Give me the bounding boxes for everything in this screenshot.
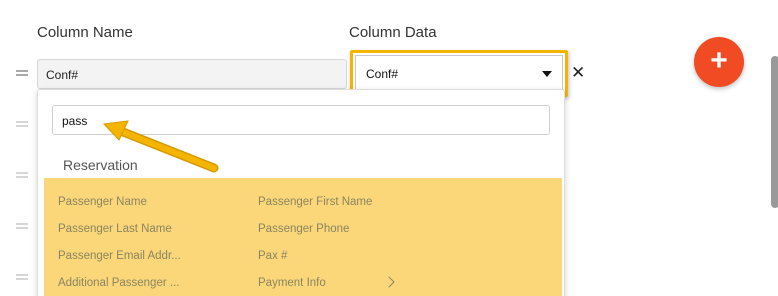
- option-passenger-email[interactable]: Passenger Email Addr...: [58, 250, 181, 262]
- option-passenger-phone[interactable]: Passenger Phone: [258, 223, 349, 235]
- add-button[interactable]: +: [694, 37, 744, 87]
- column-data-select-value: Conf#: [366, 66, 399, 81]
- drag-handle-icon[interactable]: [16, 223, 28, 229]
- drag-handle-icon[interactable]: [16, 70, 28, 76]
- column-name-input[interactable]: Conf#: [37, 59, 347, 89]
- column-data-select[interactable]: Conf#: [355, 55, 563, 92]
- options-list: Passenger Name Passenger First Name Pass…: [44, 178, 562, 296]
- drag-handle-icon[interactable]: [16, 172, 28, 178]
- close-icon[interactable]: ✕: [571, 63, 585, 83]
- scrollbar[interactable]: [771, 56, 778, 208]
- dropdown-search-input[interactable]: pass: [52, 105, 550, 135]
- option-pax-number[interactable]: Pax #: [258, 250, 287, 262]
- option-additional-passenger[interactable]: Additional Passenger ...: [58, 277, 179, 289]
- column-data-header: Column Data: [349, 24, 437, 41]
- drag-handle-icon[interactable]: [16, 274, 28, 280]
- column-name-header: Column Name: [37, 24, 133, 41]
- option-passenger-last-name[interactable]: Passenger Last Name: [58, 223, 172, 235]
- column-data-dropdown: pass Reservation Passenger Name Passenge…: [37, 89, 565, 296]
- drag-handle-icon[interactable]: [16, 121, 28, 127]
- caret-down-icon[interactable]: [542, 70, 552, 77]
- chevron-right-icon[interactable]: [383, 276, 395, 288]
- group-label-reservation: Reservation: [63, 157, 138, 173]
- option-payment-info[interactable]: Payment Info: [258, 277, 326, 289]
- option-passenger-first-name[interactable]: Passenger First Name: [258, 196, 372, 208]
- option-passenger-name[interactable]: Passenger Name: [58, 196, 147, 208]
